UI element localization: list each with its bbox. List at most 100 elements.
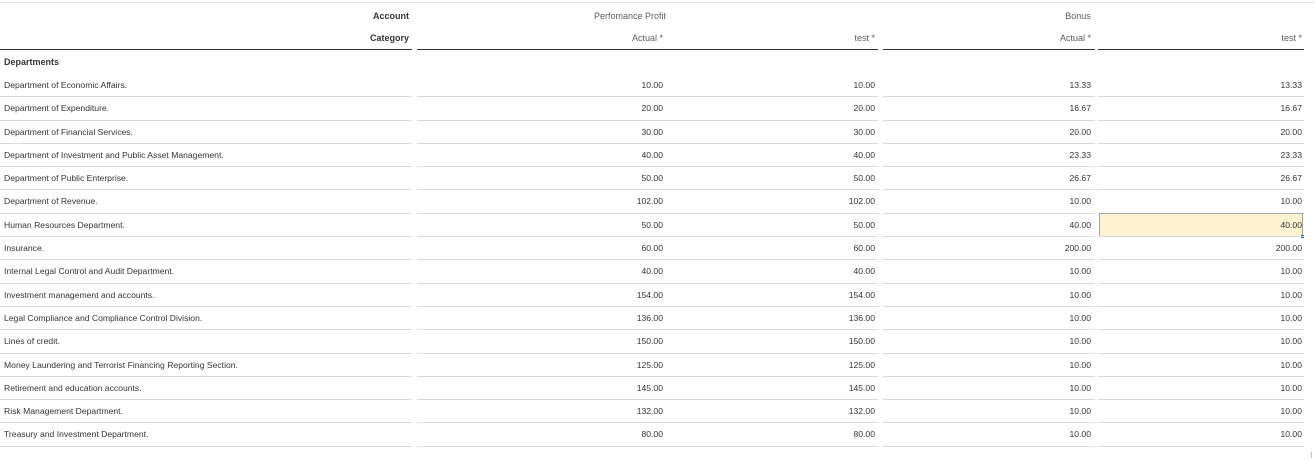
bonus-actual-cell[interactable]: 10.00 bbox=[883, 284, 1091, 306]
bonus-test-cell[interactable]: 13.33 bbox=[1100, 74, 1302, 96]
table-row: Investment management and accounts. 154.… bbox=[0, 284, 1314, 307]
profit-test-cell[interactable]: 154.00 bbox=[650, 284, 875, 306]
bonus-actual-cell[interactable]: 200.00 bbox=[883, 237, 1091, 259]
bonus-test-cell[interactable]: 200.00 bbox=[1100, 237, 1302, 259]
selected-cell[interactable]: 40.00 bbox=[1099, 212, 1304, 238]
bonus-test-cell[interactable]: 10.00 bbox=[1100, 377, 1302, 399]
data-table: Department of Economic Affairs. 10.00 10… bbox=[0, 74, 1314, 447]
table-row: Human Resources Department. 50.00 50.00 … bbox=[0, 212, 1314, 238]
bonus-test-cell[interactable]: 10.00 bbox=[1100, 307, 1302, 329]
bonus-actual-cell[interactable]: 23.33 bbox=[883, 144, 1091, 166]
profit-actual-cell[interactable]: 80.00 bbox=[420, 423, 663, 445]
department-name-cell[interactable]: Lines of credit. bbox=[4, 330, 404, 352]
profit-test-cell[interactable]: 80.00 bbox=[650, 423, 875, 445]
department-name-cell[interactable]: Department of Revenue. bbox=[4, 190, 404, 212]
profit-actual-cell[interactable]: 10.00 bbox=[420, 74, 663, 96]
bonus-actual-cell[interactable]: 10.00 bbox=[883, 260, 1091, 282]
bonus-test-cell[interactable]: 20.00 bbox=[1100, 121, 1302, 143]
bonus-test-cell[interactable]: 10.00 bbox=[1100, 354, 1302, 376]
profit-actual-cell[interactable]: 50.00 bbox=[420, 167, 663, 189]
profit-test-cell[interactable]: 10.00 bbox=[650, 74, 875, 96]
bonus-actual-cell[interactable]: 26.67 bbox=[883, 167, 1091, 189]
department-name-cell[interactable]: Retirement and education accounts. bbox=[4, 377, 404, 399]
profit-test-cell[interactable]: 50.00 bbox=[650, 167, 875, 189]
department-name-cell[interactable]: Legal Compliance and Compliance Control … bbox=[4, 307, 404, 329]
department-name-cell[interactable]: Internal Legal Control and Audit Departm… bbox=[4, 260, 404, 282]
profit-actual-cell[interactable]: 145.00 bbox=[420, 377, 663, 399]
profit-test-cell[interactable]: 102.00 bbox=[650, 190, 875, 212]
table-row: Department of Investment and Public Asse… bbox=[0, 144, 1314, 168]
bonus-actual-cell[interactable]: 10.00 bbox=[883, 307, 1091, 329]
bonus-test-cell[interactable]: 16.67 bbox=[1100, 97, 1302, 119]
bonus-test-cell[interactable]: 10.00 bbox=[1100, 400, 1302, 422]
bonus-actual-cell[interactable]: 10.00 bbox=[883, 400, 1091, 422]
profit-actual-cell[interactable]: 154.00 bbox=[420, 284, 663, 306]
bonus-actual-cell[interactable]: 10.00 bbox=[883, 330, 1091, 352]
bonus-actual-cell[interactable]: 20.00 bbox=[883, 121, 1091, 143]
department-name-cell[interactable]: Investment management and accounts. bbox=[4, 284, 404, 306]
bonus-test-cell[interactable]: 10.00 bbox=[1100, 190, 1302, 212]
table-row: Department of Expenditure. 20.00 20.00 1… bbox=[0, 97, 1314, 121]
bonus-test-cell[interactable]: 10.00 bbox=[1100, 260, 1302, 282]
bonus-actual-cell[interactable]: 10.00 bbox=[883, 354, 1091, 376]
profit-test-cell[interactable]: 20.00 bbox=[650, 97, 875, 119]
bonus-test-cell[interactable]: 26.67 bbox=[1100, 167, 1302, 189]
department-name-cell[interactable]: Department of Investment and Public Asse… bbox=[4, 144, 404, 166]
department-name-cell[interactable]: Department of Expenditure. bbox=[4, 97, 404, 119]
header-underline-col3 bbox=[883, 49, 1095, 50]
department-name-cell[interactable]: Money Laundering and Terrorist Financing… bbox=[4, 354, 404, 376]
profit-actual-cell[interactable]: 40.00 bbox=[420, 260, 663, 282]
bonus-test-cell[interactable]: 10.00 bbox=[1100, 423, 1302, 445]
profit-actual-cell[interactable]: 20.00 bbox=[420, 97, 663, 119]
row-divider bbox=[1098, 445, 1304, 447]
department-name-cell[interactable]: Human Resources Department. bbox=[4, 214, 404, 236]
department-name-cell[interactable]: Treasury and Investment Department. bbox=[4, 423, 404, 445]
table-row: Retirement and education accounts. 145.0… bbox=[0, 377, 1314, 401]
bonus-actual-cell[interactable]: 16.67 bbox=[883, 97, 1091, 119]
table-row: Treasury and Investment Department. 80.0… bbox=[0, 423, 1314, 447]
department-name-cell[interactable]: Department of Public Enterprise. bbox=[4, 167, 404, 189]
profit-test-cell[interactable]: 145.00 bbox=[650, 377, 875, 399]
profit-test-cell[interactable]: 125.00 bbox=[650, 354, 875, 376]
bonus-actual-cell[interactable]: 13.33 bbox=[883, 74, 1091, 96]
profit-test-cell[interactable]: 40.00 bbox=[650, 144, 875, 166]
profit-test-cell[interactable]: 132.00 bbox=[650, 400, 875, 422]
table-row: Internal Legal Control and Audit Departm… bbox=[0, 260, 1314, 284]
bonus-actual-cell[interactable]: 10.00 bbox=[883, 423, 1091, 445]
department-name-cell[interactable]: Department of Economic Affairs. bbox=[4, 74, 404, 96]
header-underline-col1 bbox=[417, 49, 667, 50]
profit-actual-cell[interactable]: 150.00 bbox=[420, 330, 663, 352]
department-name-cell[interactable]: Risk Management Department. bbox=[4, 400, 404, 422]
department-name-cell[interactable]: Insurance. bbox=[4, 237, 404, 259]
bonus-actual-cell[interactable]: 40.00 bbox=[883, 214, 1091, 236]
profit-test-cell[interactable]: 60.00 bbox=[650, 237, 875, 259]
profit-test-cell[interactable]: 30.00 bbox=[650, 121, 875, 143]
bonus-test-cell[interactable]: 23.33 bbox=[1100, 144, 1302, 166]
column-header-profit-test[interactable]: test * bbox=[730, 31, 875, 45]
bonus-actual-cell[interactable]: 10.00 bbox=[883, 377, 1091, 399]
profit-actual-cell[interactable]: 102.00 bbox=[420, 190, 663, 212]
profit-test-cell[interactable]: 136.00 bbox=[650, 307, 875, 329]
profit-actual-cell[interactable]: 60.00 bbox=[420, 237, 663, 259]
column-header-bonus-actual[interactable]: Actual * bbox=[950, 31, 1091, 45]
profit-test-cell[interactable]: 40.00 bbox=[650, 260, 875, 282]
profit-actual-cell[interactable]: 50.00 bbox=[420, 214, 663, 236]
bonus-test-cell[interactable]: 10.00 bbox=[1100, 330, 1302, 352]
department-name-cell[interactable]: Department of Financial Services. bbox=[4, 121, 404, 143]
profit-test-cell[interactable]: 150.00 bbox=[650, 330, 875, 352]
header-underline-col4 bbox=[1098, 49, 1304, 50]
profit-actual-cell[interactable]: 40.00 bbox=[420, 144, 663, 166]
category-header: Category bbox=[369, 33, 409, 43]
bonus-actual-cell[interactable]: 10.00 bbox=[883, 190, 1091, 212]
profit-actual-cell[interactable]: 136.00 bbox=[420, 307, 663, 329]
profit-actual-cell[interactable]: 125.00 bbox=[420, 354, 663, 376]
profit-test-cell[interactable]: 50.00 bbox=[650, 214, 875, 236]
profit-actual-cell[interactable]: 132.00 bbox=[420, 400, 663, 422]
profit-actual-cell[interactable]: 30.00 bbox=[420, 121, 663, 143]
column-header-bonus-test[interactable]: test * bbox=[1160, 31, 1302, 45]
group-header-bonus: Bonus bbox=[1065, 11, 1091, 21]
table-row: Money Laundering and Terrorist Financing… bbox=[0, 354, 1314, 377]
resize-handle[interactable] bbox=[1311, 452, 1312, 458]
bonus-test-cell[interactable]: 10.00 bbox=[1100, 284, 1302, 306]
column-header-profit-actual[interactable]: Actual * bbox=[520, 31, 663, 45]
